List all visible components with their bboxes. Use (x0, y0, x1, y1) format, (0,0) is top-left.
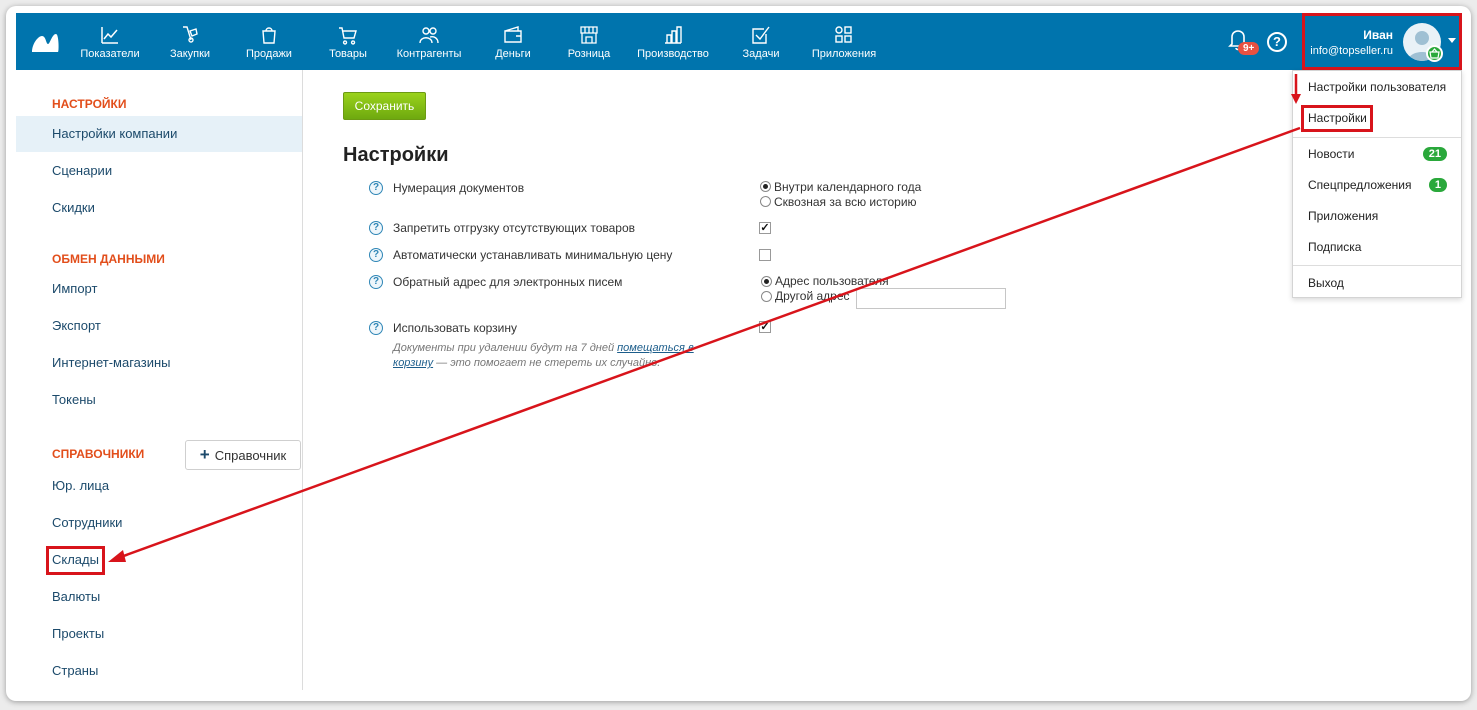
radio-numbering-all-time[interactable] (760, 196, 771, 207)
section-title-data-exchange: ОБМЕН ДАННЫМИ (52, 252, 165, 266)
basket-badge-icon (1426, 45, 1443, 62)
nav-item-label: Закупки (169, 48, 211, 60)
setting-label-forbid-shipping: Запретить отгрузку отсутствующих товаров (393, 221, 636, 235)
nav-item-money[interactable]: Деньги (490, 13, 536, 70)
radio-reply-user-address[interactable] (761, 276, 772, 287)
notifications-badge: 9+ (1238, 42, 1260, 55)
page-title: Настройки (343, 144, 449, 166)
user-email: info@topseller.ru (1310, 45, 1393, 57)
sidebar-item-import[interactable]: Импорт (16, 271, 302, 307)
nav-item-indicators[interactable]: Показатели (80, 13, 140, 70)
sidebar-item-projects[interactable]: Проекты (16, 616, 302, 652)
help-question-icon[interactable]: ? (369, 321, 383, 335)
menu-item-apps[interactable]: Приложения (1308, 209, 1378, 223)
nav-item-sales[interactable]: Продажи (242, 13, 296, 70)
setting-label-reply-address: Обратный адрес для электронных писем (393, 275, 623, 289)
option-label-user-address: Адрес пользователя (775, 274, 889, 288)
setting-label-use-trash: Использовать корзину (393, 321, 517, 335)
user-name: Иван (1363, 28, 1393, 42)
nav-item-apps[interactable]: Приложения (811, 13, 877, 70)
help-question-icon[interactable]: ? (369, 248, 383, 262)
news-count-badge: 21 (1422, 147, 1447, 161)
nav-item-label: Товары (329, 48, 367, 60)
nav-item-tasks[interactable]: Задачи (740, 13, 782, 70)
wallet-icon (504, 26, 522, 43)
nav-item-label: Показатели (80, 48, 140, 60)
nav-item-retail[interactable]: Розница (564, 13, 614, 70)
option-label-other-address: Другой адрес (775, 289, 850, 303)
use-trash-hint: Документы при удалении будут на 7 дней п… (393, 341, 723, 371)
menu-item-subscription[interactable]: Подписка (1308, 240, 1361, 254)
add-reference-label: Справочник (214, 447, 287, 463)
option-label-numbering-year: Внутри календарного года (774, 180, 922, 194)
section-title-references: СПРАВОЧНИКИ (52, 447, 145, 461)
app-window: Показатели Закупки Продажи Товары Контра… (6, 6, 1471, 701)
option-label-numbering-all-time: Сквозная за всю историю (774, 195, 917, 209)
checkbox-forbid-shipping[interactable]: ✓ (759, 222, 771, 234)
help-icon[interactable]: ? (1267, 32, 1287, 52)
help-question-icon[interactable]: ? (369, 181, 383, 195)
hand-truck-icon (183, 26, 198, 43)
help-question-icon[interactable]: ? (369, 275, 383, 289)
menu-item-special-offers[interactable]: Спецпредложения (1308, 178, 1412, 192)
nav-item-label: Приложения (811, 48, 877, 60)
sidebar-item-tokens[interactable]: Токены (16, 382, 302, 418)
sidebar-item-online-stores[interactable]: Интернет-магазины (16, 345, 302, 381)
offers-count-badge: 1 (1428, 178, 1447, 192)
checkbox-icon (752, 26, 770, 44)
menu-item-user-settings[interactable]: Настройки пользователя (1308, 80, 1446, 94)
nav-item-label: Продажи (246, 48, 292, 60)
warehouses-highlight-box (46, 546, 105, 575)
store-icon (580, 26, 598, 44)
radio-numbering-year[interactable] (760, 181, 771, 192)
top-navigation-bar: Показатели Закупки Продажи Товары Контра… (16, 13, 1462, 70)
sidebar-item-currencies[interactable]: Валюты (16, 579, 302, 615)
user-menu-toggle[interactable]: Иван info@topseller.ru (1302, 13, 1462, 70)
sidebar-item-legal-entities[interactable]: Юр. лица (16, 468, 302, 504)
other-address-input[interactable] (856, 288, 1006, 309)
save-button[interactable]: Сохранить (343, 92, 426, 120)
shopping-bag-icon (262, 27, 276, 44)
sidebar-item-discounts[interactable]: Скидки (16, 190, 302, 226)
settings-highlight-box (1301, 105, 1373, 132)
nav-item-label: Розница (567, 48, 611, 60)
add-reference-button[interactable]: + Справочник (185, 440, 301, 470)
cart-icon (339, 27, 357, 45)
menu-divider (1293, 137, 1461, 138)
nav-item-label: Контрагенты (396, 48, 462, 60)
sidebar-item-export[interactable]: Экспорт (16, 308, 302, 344)
checkbox-auto-min-price[interactable] (759, 249, 771, 261)
section-title-settings: НАСТРОЙКИ (52, 97, 127, 111)
sidebar-item-employees[interactable]: Сотрудники (16, 505, 302, 541)
nav-item-label: Деньги (495, 48, 531, 60)
nav-item-production[interactable]: Производство (635, 13, 711, 70)
factory-icon (665, 26, 682, 44)
hint-text: Документы при удалении будут на 7 дней (393, 342, 618, 354)
checkbox-use-trash[interactable]: ✓ (759, 321, 771, 333)
nav-item-purchases[interactable]: Закупки (165, 13, 215, 70)
chart-line-icon (101, 27, 118, 44)
hint-text: — это помогает не стереть их случайно. (433, 357, 661, 369)
chevron-down-icon (1448, 38, 1456, 43)
plus-icon: + (199, 445, 210, 464)
radio-reply-other-address[interactable] (761, 291, 772, 302)
menu-item-logout[interactable]: Выход (1308, 276, 1344, 290)
apps-icon (835, 26, 852, 43)
nav-item-label: Задачи (742, 48, 780, 60)
nav-item-goods[interactable]: Товары (325, 13, 371, 70)
sidebar-item-scenarios[interactable]: Сценарии (16, 153, 302, 189)
nav-item-counterparties[interactable]: Контрагенты (393, 13, 465, 70)
nav-item-label: Производство (637, 48, 709, 60)
settings-sidebar: НАСТРОЙКИ Настройки компании Сценарии Ск… (16, 70, 303, 690)
menu-item-news[interactable]: Новости (1308, 147, 1354, 161)
setting-label-auto-min-price: Автоматически устанавливать минимальную … (393, 248, 673, 262)
user-dropdown-menu: Настройки пользователя Настройки Новости… (1292, 70, 1462, 298)
people-icon (419, 27, 439, 44)
help-question-icon[interactable]: ? (369, 221, 383, 235)
menu-divider (1293, 265, 1461, 266)
sidebar-item-countries[interactable]: Страны (16, 653, 302, 689)
sidebar-item-company-settings[interactable]: Настройки компании (16, 116, 302, 152)
moysklad-logo-icon[interactable] (30, 30, 60, 54)
setting-label-numbering: Нумерация документов (393, 181, 525, 195)
